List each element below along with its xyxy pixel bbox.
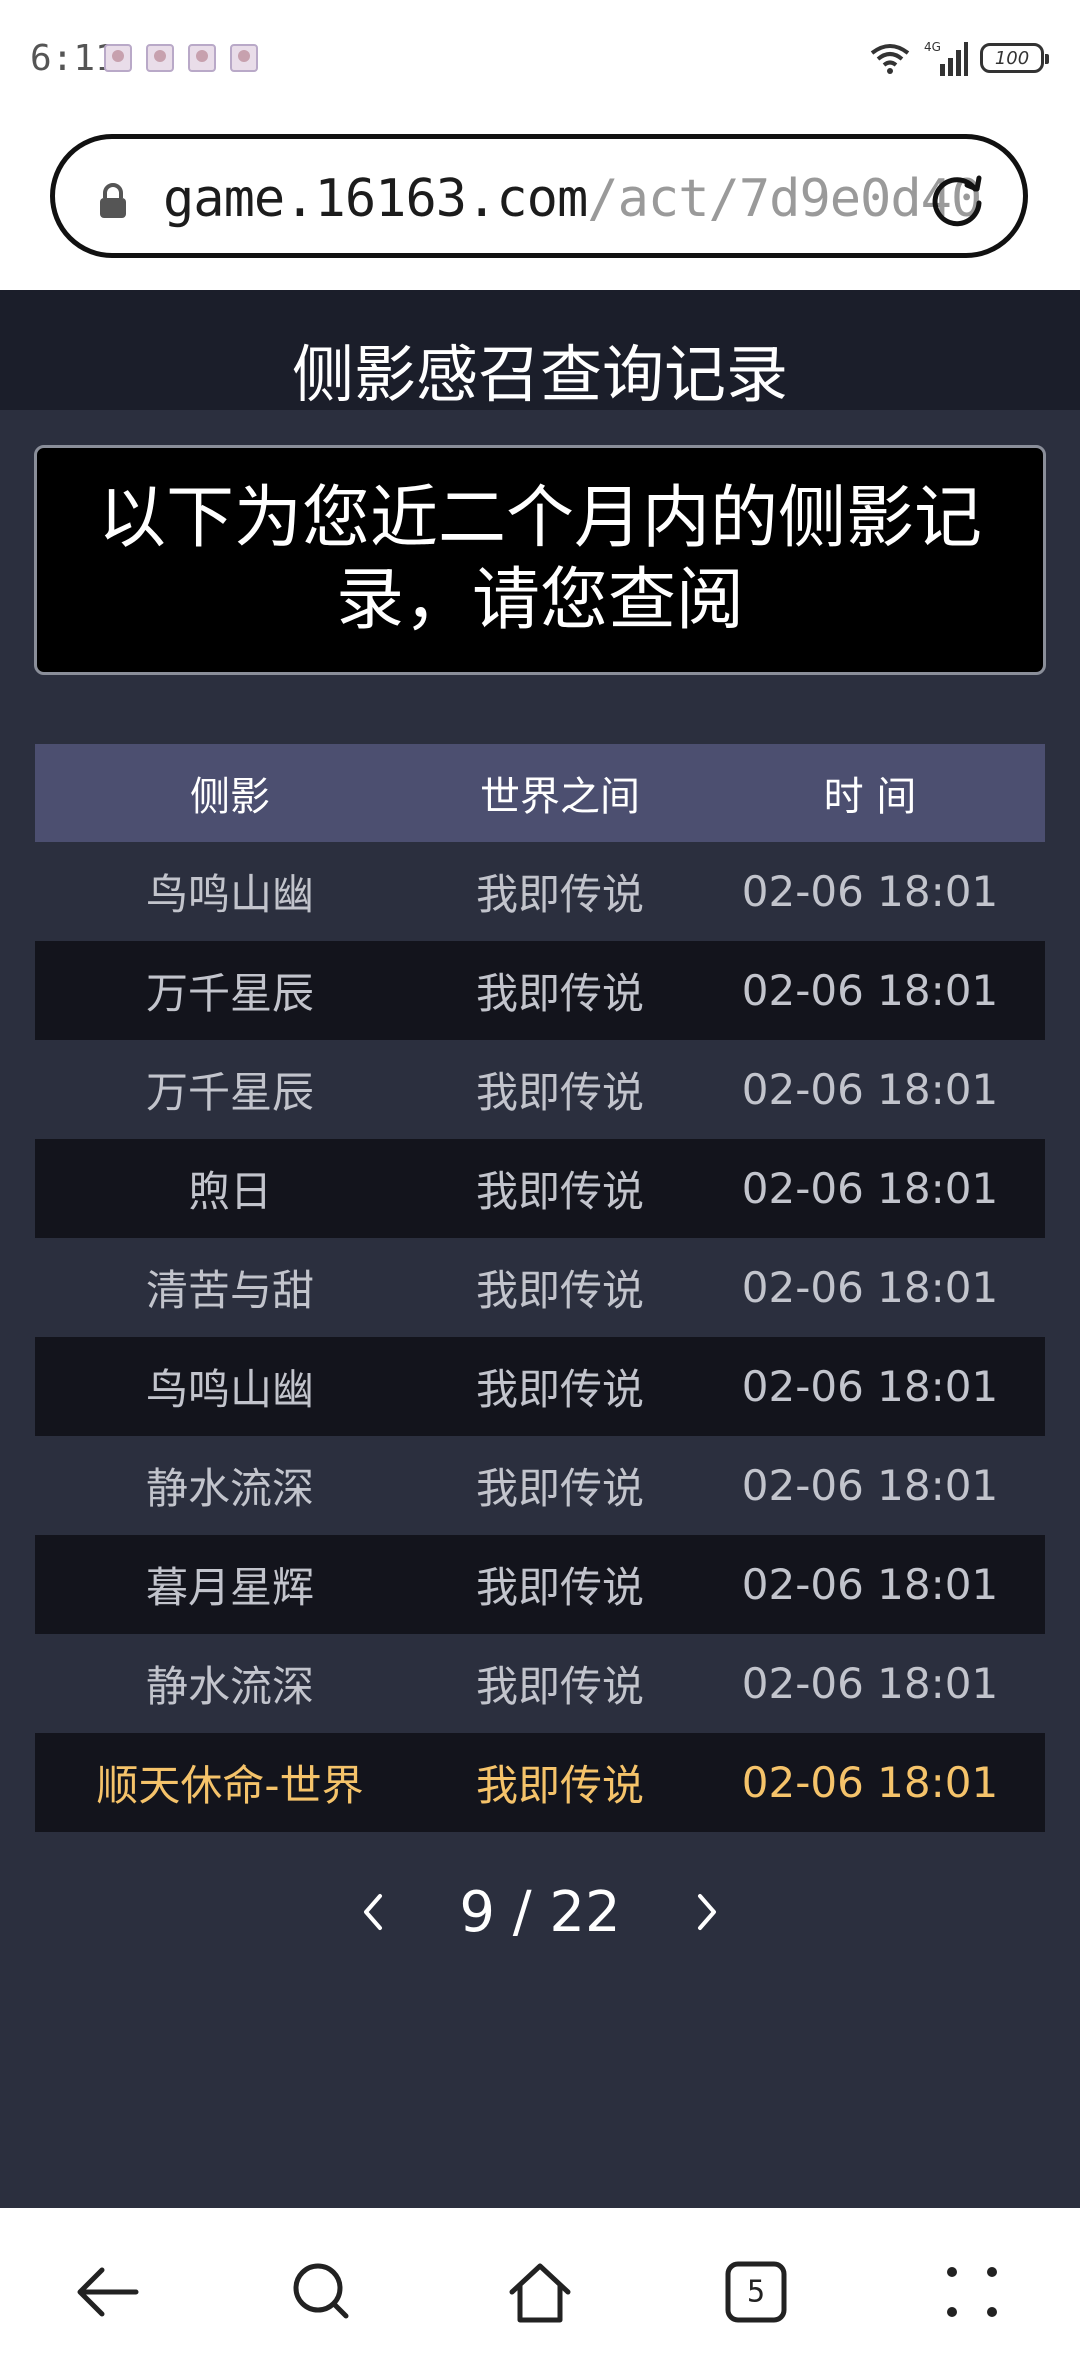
search-icon[interactable]	[286, 2256, 358, 2328]
bottom-nav: 5	[0, 2208, 1080, 2376]
cell-time: 02-06 18:01	[741, 1362, 999, 1411]
cell-silhouette: 万千星辰	[145, 1068, 314, 1117]
cell-time: 02-06 18:01	[741, 1461, 999, 1510]
cell-silhouette: 顺天休命-世界	[96, 1761, 364, 1810]
wifi-icon	[870, 44, 910, 74]
tab-count: 5	[746, 2274, 766, 2310]
table-row: 万千星辰 我即传说 02-06 18:01	[35, 941, 1045, 1040]
cell-silhouette: 静水流深	[145, 1464, 314, 1513]
status-bar: 6:11 4G 100	[0, 0, 1080, 120]
cell-silhouette: 暮月星辉	[145, 1563, 314, 1612]
notice-box: 以下为您近二个月内的侧影记录，请您查阅	[34, 445, 1046, 675]
cell-time: 02-06 18:01	[741, 1560, 999, 1609]
cell-silhouette: 万千星辰	[145, 969, 314, 1018]
home-icon[interactable]	[504, 2256, 576, 2328]
page-indicator: 9 / 22	[459, 1880, 621, 1945]
more-icon[interactable]	[936, 2256, 1008, 2328]
table-row-highlighted: 顺天休命-世界 我即传说 02-06 18:01	[35, 1733, 1045, 1832]
header-time: 时 间	[823, 774, 917, 820]
network-type: 4G	[924, 40, 941, 54]
pagination: 9 / 22	[0, 1872, 1080, 1952]
table-row: 万千星辰 我即传说 02-06 18:01	[35, 1040, 1045, 1139]
header-silhouette: 侧影	[190, 774, 270, 820]
notification-icon	[230, 44, 258, 72]
cell-time: 02-06 18:01	[741, 1659, 999, 1708]
cell-world: 我即传说	[475, 1761, 644, 1810]
table-row: 清苦与甜 我即传说 02-06 18:01	[35, 1238, 1045, 1337]
web-page: 侧影感召查询记录 以下为您近二个月内的侧影记录，请您查阅 侧影 世界之间 时 间…	[0, 290, 1080, 2208]
cell-silhouette: 鸟鸣山幽	[145, 870, 314, 919]
page-title: 侧影感召查询记录	[291, 338, 788, 411]
table-row: 鸟鸣山幽 我即传说 02-06 18:01	[35, 1337, 1045, 1436]
cell-silhouette: 清苦与甜	[145, 1266, 314, 1315]
battery-indicator: 100	[980, 43, 1049, 73]
cell-world: 我即传说	[475, 1266, 644, 1315]
cell-world: 我即传说	[475, 1464, 644, 1513]
url-domain: game.16163.com	[163, 169, 588, 229]
notice-text: 以下为您近二个月内的侧影记录，请您查阅	[97, 479, 982, 640]
table-row: 暮月星辉 我即传说 02-06 18:01	[35, 1535, 1045, 1634]
table-row: 煦日 我即传说 02-06 18:01	[35, 1139, 1045, 1238]
cell-world: 我即传说	[475, 1365, 644, 1414]
cell-silhouette: 静水流深	[145, 1662, 314, 1711]
page-header: 侧影感召查询记录	[0, 290, 1080, 411]
cell-time: 02-06 18:01	[741, 867, 999, 916]
signal-icon: 4G	[924, 40, 968, 76]
back-icon[interactable]	[72, 2256, 144, 2328]
cell-silhouette: 鸟鸣山幽	[145, 1365, 314, 1414]
cell-world: 我即传说	[475, 969, 644, 1018]
table-row: 鸟鸣山幽 我即传说 02-06 18:01	[35, 842, 1045, 941]
chevron-left-icon[interactable]	[358, 1890, 388, 1934]
cell-world: 我即传说	[475, 1068, 644, 1117]
cell-world: 我即传说	[475, 1563, 644, 1612]
cell-time: 02-06 18:01	[741, 1263, 999, 1312]
notification-icon	[146, 44, 174, 72]
address-bar[interactable]: game.16163.com/act/7d9e0d40	[50, 134, 1028, 258]
notification-icon	[104, 44, 132, 72]
cell-time: 02-06 18:01	[741, 1164, 999, 1213]
chevron-right-icon[interactable]	[692, 1890, 722, 1934]
table-row: 静水流深 我即传说 02-06 18:01	[35, 1634, 1045, 1733]
notification-icon	[188, 44, 216, 72]
url-text[interactable]: game.16163.com/act/7d9e0d40	[163, 169, 982, 229]
table-row: 静水流深 我即传说 02-06 18:01	[35, 1436, 1045, 1535]
tabs-button[interactable]: 5	[720, 2256, 792, 2328]
cell-time: 02-06 18:01	[741, 1758, 999, 1807]
cell-world: 我即传说	[475, 1662, 644, 1711]
cell-time: 02-06 18:01	[741, 1065, 999, 1114]
header-world: 世界之间	[480, 774, 640, 820]
cell-world: 我即传说	[475, 1167, 644, 1216]
cell-time: 02-06 18:01	[741, 966, 999, 1015]
records-table: 侧影 世界之间 时 间 鸟鸣山幽 我即传说 02-06 18:01 万千星辰 我…	[35, 744, 1045, 1832]
reload-icon[interactable]	[927, 169, 987, 229]
url-path: /act/7d9e0d40	[587, 169, 982, 229]
table-header: 侧影 世界之间 时 间	[35, 744, 1045, 842]
cell-world: 我即传说	[475, 870, 644, 919]
cell-silhouette: 煦日	[187, 1167, 272, 1216]
lock-icon	[100, 183, 126, 218]
